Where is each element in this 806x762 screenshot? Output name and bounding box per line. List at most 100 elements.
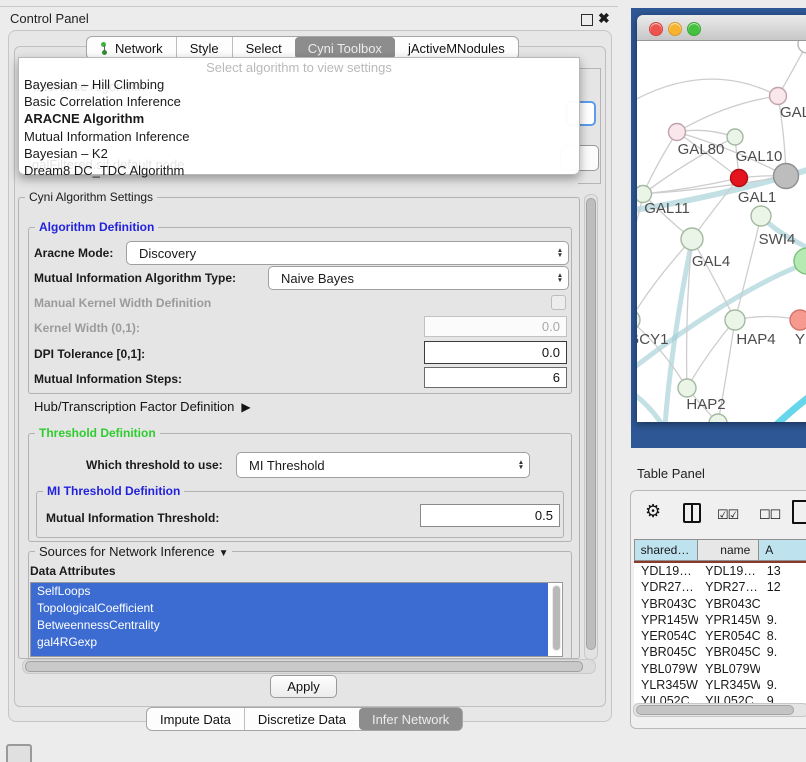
table-cell: YBR045C xyxy=(698,644,760,660)
tab-label: Discretize Data xyxy=(258,709,346,730)
column-header-a[interactable]: A xyxy=(758,539,806,561)
table-row[interactable]: YBR043CYBR043C xyxy=(634,596,806,612)
sources-title: Sources for Network Inference xyxy=(39,544,215,559)
hub-transcription-factor-expander[interactable]: Hub/Transcription Factor Definition▶ xyxy=(34,399,251,414)
table-hscrollbar-thumb[interactable] xyxy=(636,705,794,715)
mi-threshold-field[interactable] xyxy=(420,504,560,527)
tab-select[interactable]: Select xyxy=(232,37,295,59)
settings-horizontal-scrollbar[interactable] xyxy=(22,659,596,674)
network-node-swi4[interactable] xyxy=(751,206,771,226)
network-edge-thick[interactable] xyxy=(637,263,806,373)
manual-kernel-width-checkbox[interactable] xyxy=(551,295,566,310)
aracne-mode-select[interactable]: Discovery ▲ ▼ xyxy=(126,241,569,265)
minimized-panel-icon[interactable] xyxy=(6,744,32,762)
export-table-icon[interactable] xyxy=(792,500,806,524)
table-row[interactable]: YPR145WYPR145W9. xyxy=(634,612,806,628)
window-close-icon[interactable] xyxy=(649,22,663,36)
data-attributes-label: Data Attributes xyxy=(30,564,116,578)
dpi-tolerance-field[interactable] xyxy=(424,341,567,364)
network-edge[interactable] xyxy=(735,216,761,320)
table-row[interactable]: YBL079WYBL079W xyxy=(634,661,806,677)
table-cell: YLR345W xyxy=(698,677,760,693)
network-edge[interactable] xyxy=(677,96,778,132)
network-node-label: GAL11 xyxy=(644,200,690,217)
table-row[interactable]: YLR345WYLR345W9. xyxy=(634,677,806,693)
network-node-gal4[interactable] xyxy=(681,228,703,250)
network-edge[interactable] xyxy=(687,320,735,388)
attribute-item-topologicalcoefficient[interactable]: TopologicalCoefficient xyxy=(31,600,548,617)
table-row[interactable]: YDL19…YDL19…13 xyxy=(634,563,806,579)
column-header-name[interactable]: name xyxy=(697,539,759,561)
apply-button[interactable]: Apply xyxy=(270,675,337,698)
network-graph[interactable]: GALGAL80GAL10GAL1GAL11SWI4GAL4GCY1HAP4YH… xyxy=(637,41,806,422)
attribute-item-betweennesscentrality[interactable]: BetweennessCentrality xyxy=(31,617,548,634)
table-row[interactable]: YBR045CYBR045C9. xyxy=(634,644,806,660)
network-node-y[interactable] xyxy=(790,310,806,330)
attribute-item-partial[interactable] xyxy=(31,651,548,656)
network-window-titlebar[interactable] xyxy=(637,15,806,41)
tab-discretize-data[interactable]: Discretize Data xyxy=(244,708,359,730)
expand-down-icon: ▼ xyxy=(219,548,229,559)
algorithm-option-dream8-dc-tdc-algorithm[interactable]: Dream8 DC_TDC Algorithm xyxy=(21,162,189,179)
float-panel-icon[interactable] xyxy=(581,14,593,26)
mi-algorithm-type-select[interactable]: Naive Bayes ▲ ▼ xyxy=(268,266,569,290)
table-row[interactable]: YER054CYER054C8. xyxy=(634,628,806,644)
node-table-body: YDL19…YDL19…13YDR27…YDR27…12YBR043CYBR04… xyxy=(634,563,806,703)
columns-icon[interactable] xyxy=(683,503,701,523)
network-edge[interactable] xyxy=(692,239,735,320)
algorithm-option-bayesian-hill-climbing[interactable]: Bayesian – Hill Climbing xyxy=(21,76,189,93)
network-node-gal[interactable] xyxy=(770,88,787,105)
network-node-hap4[interactable] xyxy=(725,310,745,330)
network-icon xyxy=(100,42,110,55)
algorithm-dropdown: Inference Algorithm galFiltered.sif defa… xyxy=(18,57,580,175)
which-threshold-select[interactable]: MI Threshold ▲ ▼ xyxy=(236,452,530,478)
mi-steps-field[interactable] xyxy=(424,367,567,388)
column-header-shared[interactable]: shared… xyxy=(634,539,698,561)
window-zoom-icon[interactable] xyxy=(687,22,701,36)
attributes-scrollbar-thumb[interactable] xyxy=(553,586,560,650)
kernel-width-field[interactable] xyxy=(424,316,567,337)
table-cell xyxy=(760,661,806,677)
settings-vscrollbar-thumb[interactable] xyxy=(586,198,596,650)
attributes-scrollbar[interactable] xyxy=(552,585,561,651)
network-node[interactable] xyxy=(774,164,799,189)
table-cell: YER054C xyxy=(634,628,698,644)
table-cell: YBR043C xyxy=(698,596,760,612)
tab-jactivemnodules[interactable]: jActiveMNodules xyxy=(395,37,518,59)
attribute-item-selfloops[interactable]: SelfLoops xyxy=(31,583,548,600)
tab-network[interactable]: Network xyxy=(87,37,176,59)
network-edge-thick[interactable] xyxy=(637,389,663,422)
table-horizontal-scrollbar[interactable] xyxy=(633,703,806,717)
table-cell: YDL19… xyxy=(698,563,760,579)
tab-style[interactable]: Style xyxy=(176,37,232,59)
algorithm-option-aracne-algorithm[interactable]: ARACNE Algorithm xyxy=(21,110,189,127)
settings-hscrollbar-thumb[interactable] xyxy=(25,661,583,672)
network-edge-thick[interactable] xyxy=(775,391,806,422)
tab-impute-data[interactable]: Impute Data xyxy=(147,708,244,730)
algorithm-option-basic-correlation-inference[interactable]: Basic Correlation Inference xyxy=(21,93,189,110)
network-node-gal80[interactable] xyxy=(669,124,686,141)
sources-expander[interactable]: Sources for Network Inference ▼ xyxy=(35,544,232,559)
network-node-gal1[interactable] xyxy=(731,170,748,187)
network-canvas[interactable]: GALGAL80GAL10GAL1GAL11SWI4GAL4GCY1HAP4YH… xyxy=(637,41,806,422)
select-all-columns-icon[interactable]: ☑☑ xyxy=(717,507,738,523)
attribute-item-gal4rgexp[interactable]: gal4RGexp xyxy=(31,634,548,651)
close-panel-icon[interactable]: ✖ xyxy=(598,10,610,27)
settings-vertical-scrollbar[interactable] xyxy=(584,194,598,660)
network-node-gal10[interactable] xyxy=(727,129,743,145)
network-node[interactable] xyxy=(794,248,806,274)
table-row[interactable]: YDR27…YDR27…12 xyxy=(634,579,806,595)
unselect-all-columns-icon[interactable]: ☐☐ xyxy=(759,507,780,523)
table-cell: YER054C xyxy=(698,628,760,644)
table-row[interactable]: YIL052CYIL052C9. xyxy=(634,693,806,703)
network-node[interactable] xyxy=(798,41,806,53)
network-node[interactable] xyxy=(709,414,727,422)
gear-icon[interactable]: ⚙ xyxy=(645,501,661,522)
tab-cyni-toolbox[interactable]: Cyni Toolbox xyxy=(295,37,395,59)
network-node-hap2[interactable] xyxy=(678,379,696,397)
network-edge[interactable] xyxy=(643,132,677,194)
algorithm-option-mutual-information-inference[interactable]: Mutual Information Inference xyxy=(21,128,189,145)
window-minimize-icon[interactable] xyxy=(668,22,682,36)
algorithm-option-bayesian-k2[interactable]: Bayesian – K2 xyxy=(21,145,189,162)
tab-infer-network[interactable]: Infer Network xyxy=(359,708,462,730)
